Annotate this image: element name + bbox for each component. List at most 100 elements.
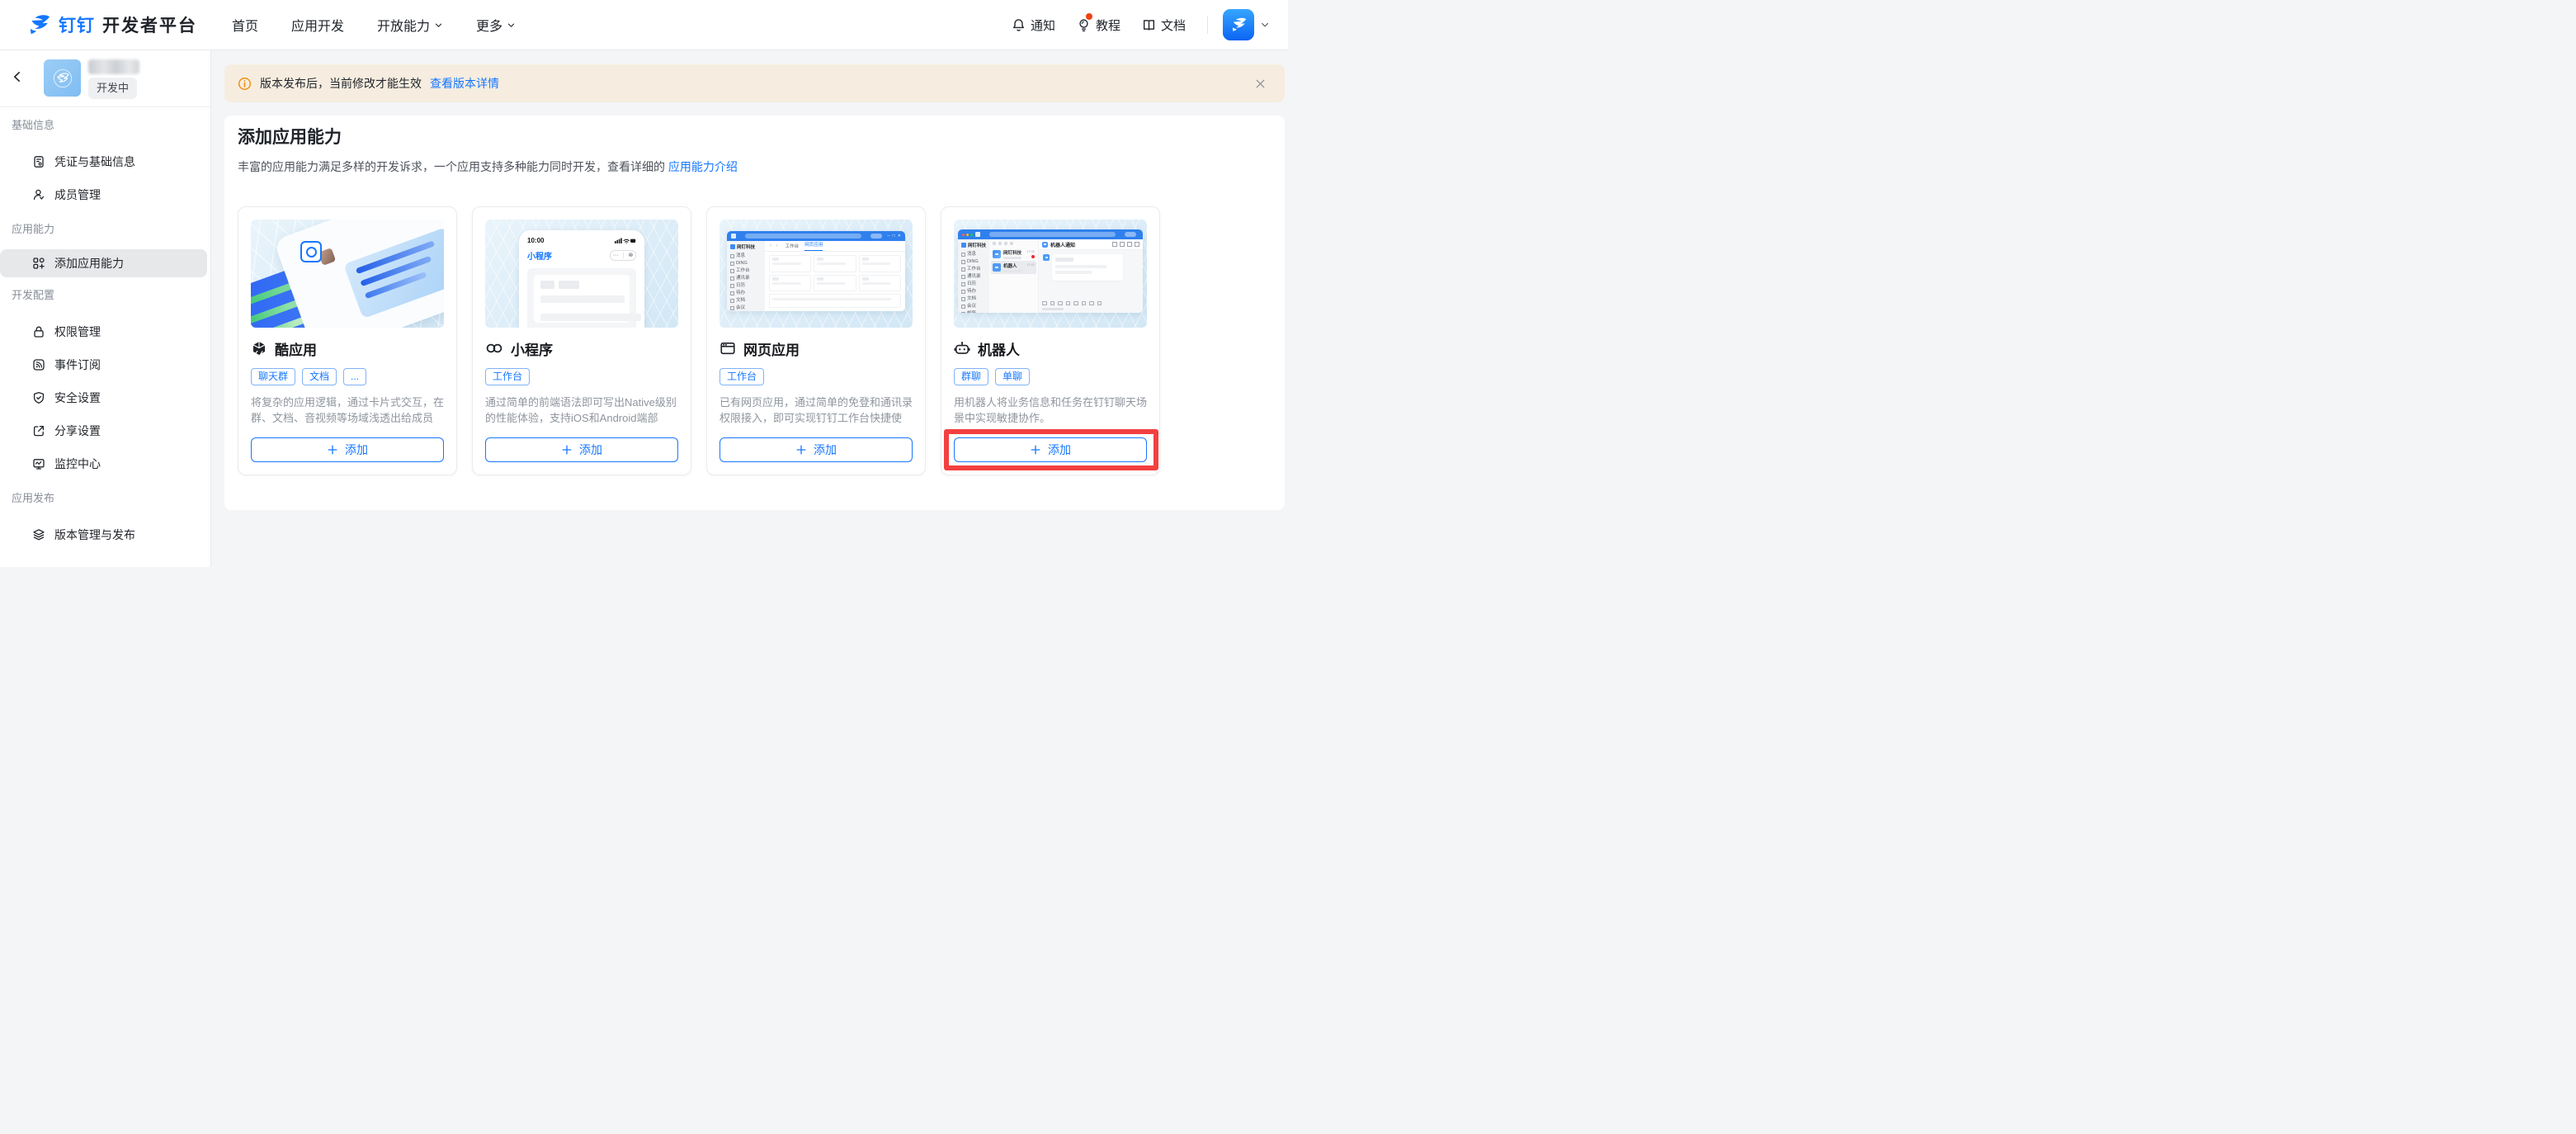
- chevron-down-icon[interactable]: [1260, 20, 1270, 30]
- back-button[interactable]: [11, 70, 24, 83]
- card-title-row: 网页应用: [719, 338, 913, 358]
- mini-menu-item: 通讯录: [730, 275, 765, 282]
- tag: 文档: [302, 368, 337, 385]
- add-robot-button[interactable]: 添加: [954, 437, 1147, 462]
- illustration-tabs: ‹ › 工作台 网页应用: [765, 241, 905, 252]
- card-tags: 群聊 单聊: [954, 368, 1147, 385]
- sidebar-section-release: 应用发布: [12, 492, 55, 504]
- cool-app-illustration: 网钉大家庭: [251, 220, 444, 328]
- capability-cards: 网钉大家庭 酷应用 聊天群 文档 ...: [238, 206, 1271, 475]
- sidebar-item-version-release[interactable]: 版本管理与发布: [0, 518, 210, 551]
- mini-menu-item: DING: [730, 260, 765, 267]
- sidebar-item-credentials[interactable]: 凭证与基础信息: [0, 145, 210, 178]
- nav-item-open-capability[interactable]: 开放能力: [377, 15, 443, 35]
- member-icon: [32, 188, 45, 201]
- illustration-capsule-buttons: ··· ⊗: [610, 250, 636, 261]
- add-web-app-button[interactable]: 添加: [719, 437, 913, 462]
- nav-item-app-dev[interactable]: 应用开发: [291, 15, 344, 35]
- mini-menu-item: 文档: [961, 295, 989, 303]
- app-name-redacted: [88, 59, 139, 74]
- notifications-button[interactable]: 通知: [1012, 17, 1055, 34]
- sidebar-item-monitor[interactable]: 监控中心: [0, 447, 210, 480]
- page-title: 添加应用能力: [238, 128, 342, 147]
- mini-menu-item: 通讯录: [961, 273, 989, 281]
- sidebar-item-permissions[interactable]: 权限管理: [0, 315, 210, 348]
- bell-icon: [1012, 18, 1026, 32]
- docs-button[interactable]: 文档: [1142, 17, 1186, 34]
- illustration-title-bar: ─ □ ✕: [727, 231, 905, 241]
- share-icon: [32, 424, 45, 437]
- sidebar-item-share-settings[interactable]: 分享设置: [0, 414, 210, 447]
- chevron-down-icon: [434, 21, 443, 30]
- illustration-placeholder-grid: [765, 252, 905, 311]
- plus-icon: [1030, 444, 1041, 456]
- capability-intro-link[interactable]: 应用能力介绍: [668, 160, 738, 173]
- mini-menu-item: 工作台: [961, 266, 989, 273]
- plus-icon: [327, 444, 338, 456]
- card-title: 机器人: [978, 342, 1020, 358]
- card-title-row: 酷应用: [251, 338, 444, 358]
- web-app-illustration: ─□✕ 网钉科技 消息DING工作台通讯录日历待办文档会议邮箱项目云盘标签 ‹ …: [719, 220, 913, 328]
- credential-icon: [32, 155, 45, 168]
- card-title: 小程序: [511, 342, 553, 358]
- mini-menu-item: 待办: [730, 290, 765, 297]
- sidebar-item-members[interactable]: 成员管理: [0, 178, 210, 211]
- tag: 单聊: [995, 368, 1031, 385]
- status-icons: [615, 238, 636, 244]
- illustration-chat-list: 网钉科技 17:00 机器人 17:52: [989, 239, 1039, 313]
- illustration-app-bar: 小程序 ··· ⊗: [527, 249, 636, 262]
- web-app-icon: [719, 340, 736, 357]
- card-tags: 工作台: [485, 368, 678, 385]
- illustration-phone: 10:00 小程序 ··· ⊗: [519, 230, 644, 328]
- nav-item-home[interactable]: 首页: [232, 15, 258, 35]
- sidebar-nav: 基础信息 凭证与基础信息 成员管理 应用能力 添加应用能力 开发配置 权限管理 …: [0, 119, 210, 551]
- mini-menu-item: 会议: [730, 305, 765, 311]
- bulb-icon: [1077, 18, 1091, 32]
- sidebar-item-security[interactable]: 安全设置: [0, 381, 210, 414]
- nav-right: 通知 教程 文档: [990, 9, 1270, 40]
- book-icon: [1142, 18, 1156, 32]
- sidebar-item-add-capability[interactable]: 添加应用能力: [0, 249, 207, 277]
- mini-menu-item: 工作台: [730, 267, 765, 275]
- sidebar-section-basic-info: 基础信息: [12, 119, 55, 131]
- add-mini-program-button[interactable]: 添加: [485, 437, 678, 462]
- add-capability-icon: [32, 257, 45, 270]
- version-banner: 版本发布后，当前修改才能生效 查看版本详情: [224, 64, 1285, 102]
- add-cool-app-button[interactable]: 添加: [251, 437, 444, 462]
- illustration-title-bar: [958, 229, 1143, 239]
- card-description: 将复杂的应用逻辑，通过卡片式交互，在群、文档、音视频等场域浅透出给成员快...: [251, 396, 444, 424]
- close-icon[interactable]: [1254, 78, 1267, 90]
- avatar[interactable]: [1223, 9, 1254, 40]
- brand[interactable]: 钉钉 开发者平台: [25, 11, 197, 39]
- brand-name: 钉钉: [59, 17, 95, 35]
- illustration-mini-sidebar: 网钉科技 消息DING工作台通讯录日历待办文档会议邮箱项目云盘标签: [727, 241, 765, 311]
- card-cool-app: 网钉大家庭 酷应用 聊天群 文档 ...: [238, 206, 457, 475]
- illustration-desktop-window: ─□✕ 网钉科技 消息DING工作台通讯录日历待办文档会议邮箱项目云盘标签 ‹ …: [727, 231, 905, 311]
- card-web-app: ─□✕ 网钉科技 消息DING工作台通讯录日历待办文档会议邮箱项目云盘标签 ‹ …: [706, 206, 926, 475]
- card-description: 已有网页应用，通过简单的免登和通讯录权限接入，即可实现钉钉工作台快捷使用。: [719, 396, 913, 424]
- card-description: 用机器人将业务信息和任务在钉钉聊天场景中实现敏捷协作。: [954, 396, 1147, 424]
- page-description: 丰富的应用能力满足多样的开发诉求，一个应用支持多种能力同时开发，查看详细的 应用…: [238, 160, 738, 173]
- mini-menu-item: 消息: [961, 251, 989, 258]
- card-title: 酷应用: [275, 342, 317, 358]
- tag: 工作台: [719, 368, 765, 385]
- tutorial-button[interactable]: 教程: [1077, 12, 1121, 34]
- illustration-chat-bubble: [343, 227, 444, 319]
- sidebar: 开发中 基础信息 凭证与基础信息 成员管理 应用能力 添加应用能力 开发配置 权…: [0, 50, 211, 567]
- illustration-chat-window: 机器人通知: [1039, 239, 1143, 313]
- illustration-time: 10:00: [527, 237, 545, 244]
- mini-menu-item: DING: [961, 258, 989, 266]
- illustration-mini-sidebar: 网钉科技 消息DING工作台通讯录日历待办文档会议邮箱项目云盘标签: [958, 239, 989, 313]
- mini-menu-item: 文档: [730, 297, 765, 305]
- dingtalk-logo-icon: [25, 11, 53, 39]
- banner-link[interactable]: 查看版本详情: [430, 75, 499, 92]
- illustration-app-badge: [300, 241, 322, 262]
- mini-menu-item: 消息: [730, 253, 765, 260]
- info-icon: [238, 77, 252, 91]
- notification-red-dot: [1085, 12, 1092, 20]
- card-title-row: 机器人: [954, 338, 1147, 358]
- nav-item-more[interactable]: 更多: [476, 15, 516, 35]
- sidebar-item-event-subscription[interactable]: 事件订阅: [0, 348, 210, 381]
- tag: ...: [343, 368, 367, 385]
- capability-panel: 添加应用能力 丰富的应用能力满足多样的开发诉求，一个应用支持多种能力同时开发，查…: [224, 116, 1285, 510]
